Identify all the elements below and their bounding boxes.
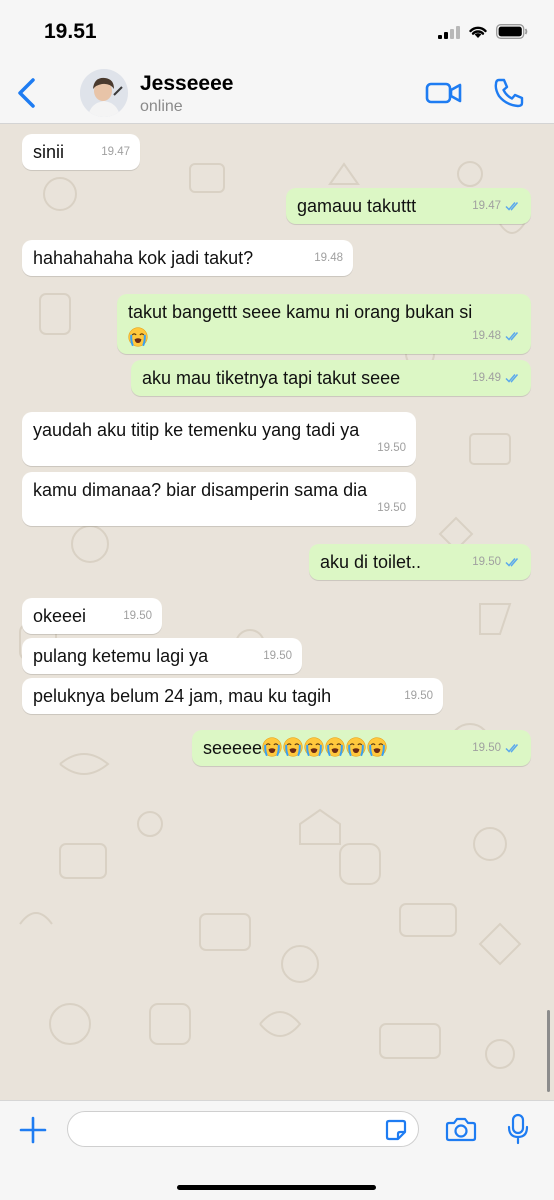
- message-time: 19.50: [377, 502, 406, 514]
- message-bubble-outgoing[interactable]: gamauu takuttt 19.47: [286, 188, 531, 224]
- message-time: 19.47: [101, 146, 130, 158]
- message-time: 19.50: [263, 650, 292, 662]
- message-time: 19.47: [472, 200, 501, 212]
- message-meta: 19.50: [377, 436, 406, 460]
- video-camera-icon[interactable]: [424, 78, 464, 108]
- message-meta: 19.50: [377, 496, 406, 520]
- message-meta: 19.50: [123, 604, 152, 628]
- message-bubble-outgoing[interactable]: aku di toilet.. 19.50: [309, 544, 531, 580]
- message-bubble-outgoing[interactable]: takut bangettt seee kamu ni orang bukan …: [117, 294, 531, 354]
- message-time: 19.48: [314, 252, 343, 264]
- scroll-indicator[interactable]: [547, 1010, 550, 1092]
- double-check-icon: [505, 744, 519, 753]
- loudly-crying-face-emoji: [346, 737, 366, 757]
- message-bubble-incoming[interactable]: pulang ketemu lagi ya 19.50: [22, 638, 302, 674]
- message-meta: 19.48: [314, 246, 343, 270]
- message-time: 19.50: [123, 610, 152, 622]
- camera-icon[interactable]: [445, 1115, 477, 1143]
- message-text: hahahahaha kok jadi takut?: [33, 248, 254, 268]
- home-indicator: [177, 1185, 376, 1190]
- message-emojis: [128, 326, 149, 350]
- message-text: kamu dimanaa? biar disamperin sama dia: [33, 480, 368, 500]
- message-time: 19.50: [404, 690, 433, 702]
- message-text: okeeei: [33, 606, 87, 626]
- double-check-icon: [505, 332, 519, 341]
- message-meta: 19.47: [101, 140, 130, 164]
- loudly-crying-face-emoji: [367, 737, 387, 757]
- message-bubble-incoming[interactable]: peluknya belum 24 jam, mau ku tagih 19.5…: [22, 678, 443, 714]
- message-time: 19.50: [472, 556, 501, 568]
- message-meta: 19.50: [472, 736, 521, 760]
- back-chevron-icon[interactable]: [12, 76, 42, 110]
- double-check-icon: [505, 558, 519, 567]
- message-bubble-outgoing[interactable]: seeeee 19.50: [192, 730, 531, 766]
- message-time: 19.48: [472, 330, 501, 342]
- message-bubble-incoming[interactable]: hahahahaha kok jadi takut? 19.48: [22, 240, 353, 276]
- double-check-icon: [505, 374, 519, 383]
- message-text: seeeee: [203, 736, 388, 760]
- message-text: aku di toilet..: [320, 552, 422, 572]
- battery-icon: [496, 24, 528, 39]
- message-meta: 19.50: [472, 550, 521, 574]
- input-bar: [0, 1100, 554, 1200]
- status-bar: 19.51: [0, 0, 554, 62]
- message-meta: 19.48: [472, 324, 521, 348]
- contact-status: online: [140, 98, 183, 115]
- contact-name[interactable]: Jesseeee: [140, 72, 233, 96]
- message-meta: 19.49: [472, 366, 521, 390]
- avatar-image: [80, 69, 128, 117]
- message-text: yaudah aku titip ke temenku yang tadi ya: [33, 420, 360, 440]
- loudly-crying-face-emoji: [325, 737, 345, 757]
- message-bubble-incoming[interactable]: kamu dimanaa? biar disamperin sama dia 1…: [22, 472, 416, 526]
- loudly-crying-face-emoji: [262, 737, 282, 757]
- message-text: aku mau tiketnya tapi takut seee: [142, 368, 401, 388]
- wifi-icon: [469, 26, 487, 38]
- chat-area[interactable]: sinii 19.47 gamauu takuttt 19.47 hahahah…: [0, 124, 554, 1100]
- status-time: 19.51: [44, 20, 97, 43]
- loudly-crying-face-emoji: [128, 327, 148, 347]
- message-input[interactable]: [67, 1111, 419, 1147]
- message-meta: 19.47: [472, 194, 521, 218]
- message-bubble-incoming[interactable]: okeeei 19.50: [22, 598, 162, 634]
- message-text: sinii: [33, 142, 65, 162]
- message-bubble-incoming[interactable]: sinii 19.47: [22, 134, 140, 170]
- phone-icon[interactable]: [492, 76, 526, 110]
- chat-header: Jesseeee online: [0, 62, 554, 124]
- message-meta: 19.50: [263, 644, 292, 668]
- message-meta: 19.50: [404, 684, 433, 708]
- signal-icon: [438, 25, 460, 39]
- loudly-crying-face-emoji: [283, 737, 303, 757]
- message-bubble-outgoing[interactable]: aku mau tiketnya tapi takut seee 19.49: [131, 360, 531, 396]
- message-time: 19.49: [472, 372, 501, 384]
- message-time: 19.50: [472, 742, 501, 754]
- microphone-icon[interactable]: [506, 1113, 530, 1145]
- message-emojis: [262, 737, 388, 758]
- status-icons: [438, 24, 528, 39]
- plus-icon[interactable]: [18, 1115, 48, 1145]
- message-text-content: seeeee: [203, 738, 263, 758]
- message-text: pulang ketemu lagi ya: [33, 646, 209, 666]
- message-time: 19.50: [377, 442, 406, 454]
- double-check-icon: [505, 202, 519, 211]
- message-text: gamauu takuttt: [297, 196, 417, 216]
- avatar[interactable]: [80, 69, 128, 117]
- message-bubble-incoming[interactable]: yaudah aku titip ke temenku yang tadi ya…: [22, 412, 416, 466]
- loudly-crying-face-emoji: [304, 737, 324, 757]
- message-text: takut bangettt seee kamu ni orang bukan …: [128, 302, 473, 322]
- sticker-icon[interactable]: [384, 1118, 408, 1142]
- message-text: peluknya belum 24 jam, mau ku tagih: [33, 686, 332, 706]
